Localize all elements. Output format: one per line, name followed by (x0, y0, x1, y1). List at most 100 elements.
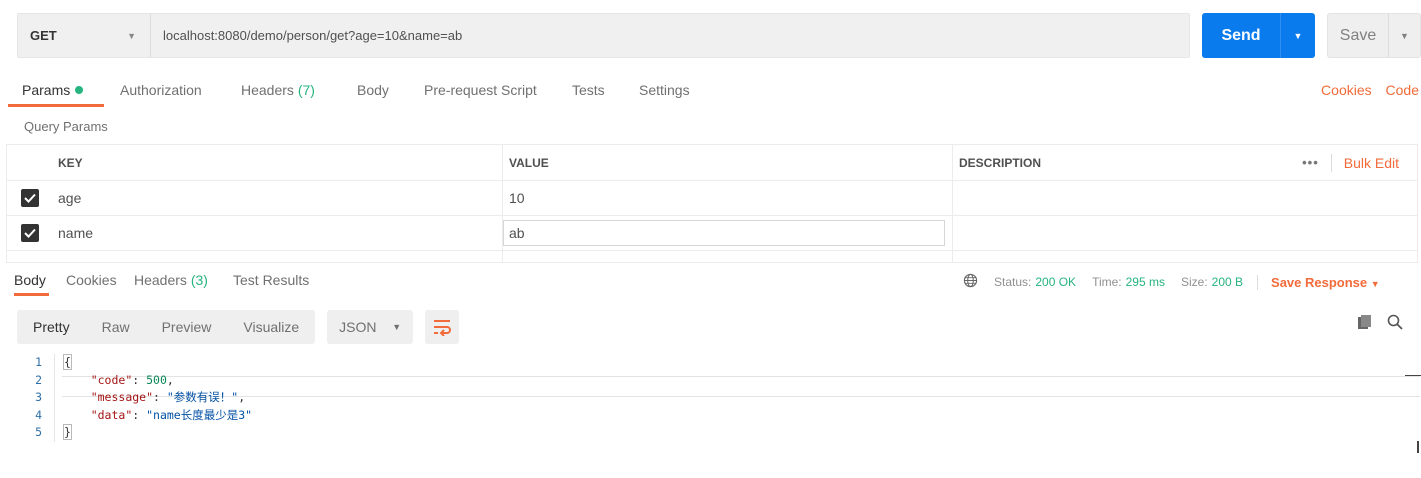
copy-icon[interactable] (1357, 314, 1373, 333)
time-label: Time: (1092, 275, 1122, 289)
code-line: 4 "data": "name长度最少是3" (20, 406, 1421, 424)
request-tabs: Params Authorization Headers (7) Body Pr… (8, 78, 1421, 107)
send-label: Send (1221, 26, 1261, 44)
param-key[interactable]: name (52, 216, 503, 250)
row-checkbox[interactable] (7, 181, 52, 215)
save-dropdown-icon[interactable]: ▼ (1389, 31, 1420, 41)
tab-response-body[interactable]: Body (14, 272, 46, 288)
active-response-tab-underline (14, 293, 49, 296)
code-gutter (54, 406, 55, 424)
tab-response-headers[interactable]: Headers (3) (134, 272, 208, 288)
active-tab-underline (8, 104, 104, 107)
json-suffix: , (166, 372, 174, 387)
params-table: KEY VALUE DESCRIPTION ••• Bulk Edit age … (6, 144, 1418, 263)
size-value[interactable]: 200 B (1212, 275, 1243, 289)
json-key: "code" (90, 372, 133, 387)
tab-settings[interactable]: Settings (639, 82, 690, 98)
method-select[interactable]: GET ▼ (18, 14, 151, 57)
response-toolbar: Pretty Raw Preview Visualize JSON ▼ (17, 310, 460, 344)
chevron-down-icon: ▼ (392, 322, 402, 332)
line-number: 3 (35, 390, 42, 404)
bulk-edit-link[interactable]: Bulk Edit (1332, 155, 1417, 171)
code-line: 2 "code": 500, (20, 371, 1421, 389)
response-body-editor[interactable]: 1 { 2 "code": 500, 3 "message": "参数有误！",… (20, 354, 1421, 442)
save-button[interactable]: Save ▼ (1327, 13, 1421, 58)
header-checkbox-cell (7, 145, 52, 180)
request-bar: GET ▼ localhost:8080/demo/person/get?age… (17, 13, 1190, 58)
view-visualize[interactable]: Visualize (227, 310, 315, 344)
view-raw[interactable]: Raw (86, 310, 146, 344)
view-mode-group: Pretty Raw Preview Visualize (17, 310, 316, 344)
code-gutter (54, 389, 55, 407)
column-description: DESCRIPTION ••• Bulk Edit (953, 145, 1418, 180)
checkbox-checked-icon[interactable] (20, 224, 39, 242)
param-key[interactable]: age (52, 181, 503, 215)
cookies-link[interactable]: Cookies (1321, 82, 1372, 98)
tab-authorization[interactable]: Authorization (120, 82, 202, 98)
code-gutter (54, 354, 55, 372)
line-number: 1 (35, 355, 42, 369)
close-brace: } (63, 424, 72, 440)
globe-icon[interactable] (963, 273, 978, 291)
table-row: name ab (7, 216, 1418, 251)
json-suffix: , (238, 390, 246, 404)
tab-test-results[interactable]: Test Results (233, 272, 309, 288)
new-param-value[interactable] (503, 251, 953, 262)
code-link[interactable]: Code (1386, 82, 1419, 98)
wrap-lines-button[interactable] (425, 310, 460, 344)
send-button[interactable]: Send ▼ (1202, 13, 1315, 58)
column-value: VALUE (503, 145, 953, 180)
table-row-empty (7, 251, 1418, 263)
line-number: 2 (35, 372, 42, 387)
code-line: 5 } (20, 424, 1421, 442)
row-checkbox[interactable] (7, 216, 52, 250)
tab-response-cookies[interactable]: Cookies (66, 272, 117, 288)
view-pretty[interactable]: Pretty (17, 310, 86, 344)
checkbox-checked-icon[interactable] (20, 189, 39, 207)
tab-params[interactable]: Params (22, 82, 84, 98)
search-icon[interactable] (1387, 314, 1403, 333)
tab-headers-label: Headers (241, 82, 294, 98)
response-tabs: Body Cookies Headers (3) Test Results (14, 270, 334, 298)
chevron-down-icon: ▼ (1370, 278, 1380, 289)
wrap-lines-icon (434, 320, 452, 336)
tab-tests[interactable]: Tests (572, 82, 605, 98)
code-line: 3 "message": "参数有误！", (20, 389, 1421, 407)
format-select[interactable]: JSON ▼ (327, 310, 414, 344)
request-links: Cookies Code (1311, 82, 1419, 98)
params-header-row: KEY VALUE DESCRIPTION ••• Bulk Edit (7, 145, 1418, 181)
tab-params-label: Params (22, 82, 71, 98)
more-options-icon[interactable]: ••• (1302, 153, 1332, 172)
code-text: "message": "参数有误！", (90, 390, 246, 404)
save-label: Save (1339, 26, 1377, 44)
new-param-key[interactable] (52, 251, 503, 262)
tab-response-headers-count: (3) (190, 272, 208, 288)
column-description-label: DESCRIPTION (959, 155, 1042, 170)
code-text: { (63, 354, 72, 372)
tab-body[interactable]: Body (357, 82, 389, 98)
view-preview[interactable]: Preview (146, 310, 228, 344)
tab-prerequest-script[interactable]: Pre-request Script (424, 82, 537, 98)
json-value: "name长度最少是3" (146, 407, 253, 422)
param-value[interactable]: 10 (503, 181, 953, 215)
status-value[interactable]: 200 OK (1035, 275, 1076, 289)
param-value-input[interactable]: ab (503, 220, 945, 246)
code-line: 1 { (20, 354, 1421, 372)
header-actions: ••• Bulk Edit (1302, 145, 1417, 180)
time-value[interactable]: 295 ms (1126, 275, 1165, 289)
response-actions (1357, 314, 1403, 333)
new-param-description[interactable] (953, 251, 1418, 262)
tab-headers[interactable]: Headers (7) (241, 82, 315, 98)
param-description[interactable] (953, 181, 1418, 215)
save-response-button[interactable]: Save Response ▼ (1257, 274, 1380, 290)
column-key: KEY (52, 145, 503, 180)
code-text: } (63, 424, 72, 442)
scrollbar-thumb[interactable] (1417, 441, 1419, 453)
save-response-label: Save Response (1271, 274, 1368, 290)
tab-headers-count: (7) (297, 82, 315, 98)
tab-response-headers-label: Headers (134, 272, 187, 288)
chevron-down-icon: ▼ (127, 30, 136, 41)
url-input[interactable]: localhost:8080/demo/person/get?age=10&na… (151, 28, 462, 43)
param-description[interactable] (953, 216, 1418, 250)
send-dropdown-icon[interactable]: ▼ (1281, 31, 1315, 41)
